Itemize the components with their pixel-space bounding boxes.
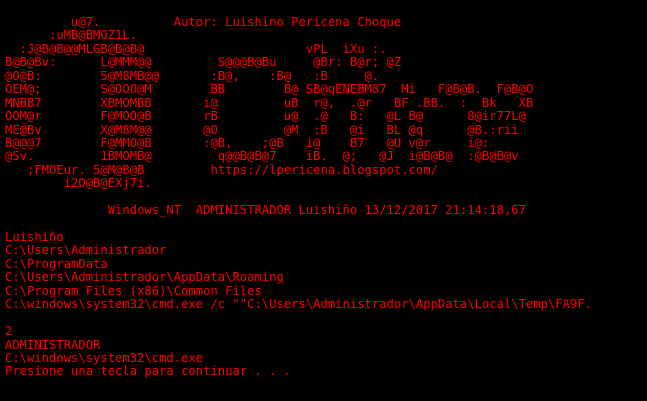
ascii-art-line: B@@@7 F@MMO@B :@B, ;@B i@ B7 @U v@r i@:	[5, 135, 490, 150]
ascii-art-line: @Sv. 1BMOMB@ q@@B@B@7 iB. @; @J i@B@B@ :…	[5, 149, 519, 164]
ascii-art-line: i2O@B@EXj7i.	[5, 176, 152, 191]
output-block-info: 2 ADMINISTRADOR C:\windows\system32\cmd.…	[5, 324, 647, 379]
output-line: Luishiño	[5, 230, 64, 244]
output-line: C:\Users\Administrador	[5, 243, 167, 258]
ascii-art-line: ME@Bv X@M8M@@ @O @M :B @i BL @q @B.:rii	[5, 122, 519, 137]
console-window[interactable]: u@7. Autor: Luishino Pericena Choque :uM…	[0, 0, 647, 401]
continue-prompt[interactable]: Presione una tecla para continuar . . .	[5, 364, 647, 378]
ascii-art-banner: u@7. Autor: Luishino Pericena Choque :uM…	[5, 15, 647, 191]
output-line: C:\windows\system32\cmd.exe	[5, 350, 204, 365]
ascii-art-line: :uMB@BMOZ1L.	[5, 28, 138, 43]
output-line: C:\windows\system32\cmd.exe /c ""C:\User…	[5, 297, 592, 312]
ascii-art-line: ;FMOEur. 5@M@B@B https://lpericena.blogs…	[5, 162, 438, 177]
output-block-paths: Luishiño C:\Users\Administrador C:\Progr…	[5, 230, 647, 312]
output-line: ADMINISTRADOR	[5, 337, 101, 352]
output-line: C:\Users\Administrador\AppData\Roaming	[5, 270, 284, 285]
output-line: 2	[5, 324, 13, 339]
ascii-art-line: OOM@r F@MOO@B rB u@ .@ B: @L B@ 8@ir77L@	[5, 109, 526, 124]
ascii-art-line: @O@B: 5@M8MB@@ :B@, :B@ :B @.	[5, 68, 380, 83]
ascii-art-line: B@B@Bv: L@MMM@@ S@@@B@Bu @Br: B@r; @Z	[5, 55, 402, 70]
output-line: C:\Program Files (x86)\Common Files	[5, 283, 262, 298]
system-info-header: Windows_NT ADMINISTRADOR Luishiño 13/12/…	[5, 203, 526, 218]
ascii-art-line: MNBB7 XBMOMBB i@ uB r@, .@r BF .BB. : Bk…	[5, 95, 534, 110]
ascii-art-line: u@7. Autor: Luishino Pericena Choque	[5, 15, 402, 29]
ascii-art-line: :J@B@B@@MLGB@B@B@ vPL iXu :.	[5, 41, 387, 56]
ascii-art-line: OEM@; S@OOO@M BB B@ SB@qENEBM87 Mi F@B@B…	[5, 82, 534, 97]
output-line: C:\ProgramData	[5, 256, 108, 271]
